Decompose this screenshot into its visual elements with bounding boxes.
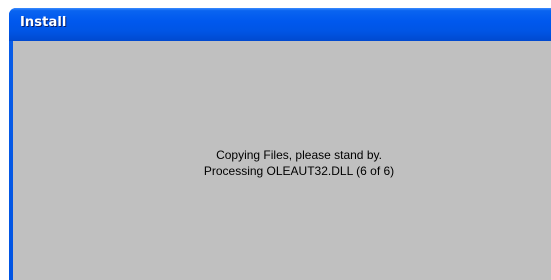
title-bar[interactable]: Install [9, 8, 551, 41]
status-message: Copying Files, please stand by. Processi… [13, 147, 551, 179]
desktop-background [0, 0, 551, 8]
status-line-processing: Processing OLEAUT32.DLL (6 of 6) [203, 164, 395, 178]
status-line-copying: Copying Files, please stand by. [216, 148, 382, 162]
window-title: Install [20, 15, 67, 30]
window-client-area: Copying Files, please stand by. Processi… [13, 41, 551, 280]
install-window: Install Copying Files, please stand by. … [9, 8, 551, 280]
